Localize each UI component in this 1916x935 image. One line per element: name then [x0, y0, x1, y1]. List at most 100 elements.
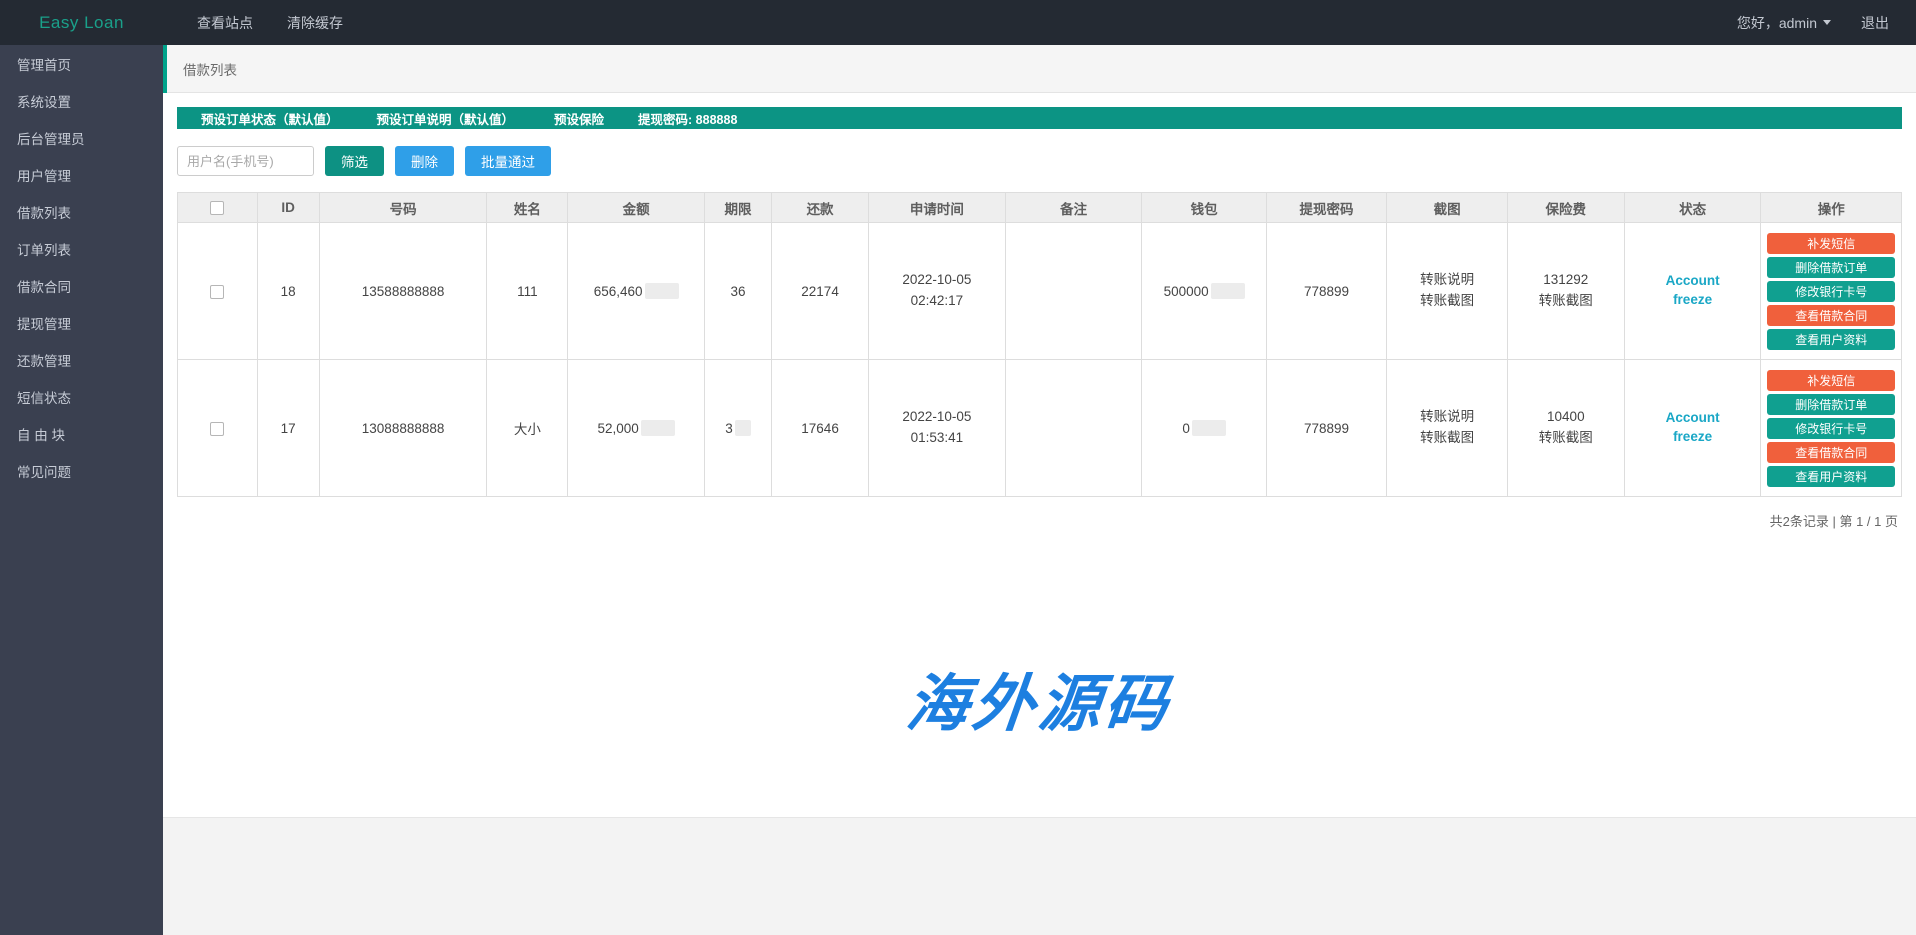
status-line-1: Account [1629, 409, 1757, 428]
breadcrumb-bar: 借款列表 [163, 45, 1916, 93]
col-term: 期限 [704, 193, 771, 223]
transfer-note-link[interactable]: 转账说明 [1391, 270, 1503, 291]
cell-remark [1005, 223, 1142, 360]
cell-withdraw-password: 778899 [1266, 360, 1387, 497]
sidebar-item-repayment-management[interactable]: 还款管理 [0, 341, 163, 378]
col-remark: 备注 [1005, 193, 1142, 223]
view-user-profile-button[interactable]: 查看用户资料 [1767, 466, 1895, 487]
sidebar-item-system-settings[interactable]: 系统设置 [0, 82, 163, 119]
cell-term: 3 [704, 360, 771, 497]
cell-phone: 13088888888 [319, 360, 487, 497]
col-phone: 号码 [319, 193, 487, 223]
insurance-screenshot-link[interactable]: 转账截图 [1512, 291, 1620, 312]
loan-table: ID 号码 姓名 金额 期限 还款 申请时间 备注 钱包 提现密码 截图 保险费… [177, 192, 1902, 497]
status-badge[interactable]: Account freeze [1629, 272, 1757, 310]
user-menu[interactable]: 您好，admin [1737, 13, 1831, 33]
chevron-down-icon [1823, 20, 1831, 25]
cell-withdraw-password: 778899 [1266, 223, 1387, 360]
cell-apply-time: 2022-10-05 01:53:41 [869, 360, 1006, 497]
table-toolbar: 筛选 删除 批量通过 [177, 129, 1902, 192]
resend-sms-button[interactable]: 补发短信 [1767, 370, 1895, 391]
wallet-edit-box[interactable] [1211, 283, 1245, 299]
operation-buttons: 补发短信 删除借款订单 修改银行卡号 查看借款合同 查看用户资料 [1767, 370, 1895, 487]
content-area: 借款列表 预设订单状态（默认值） 预设订单说明（默认值） 预设保险 提现密码: … [163, 45, 1916, 935]
sidebar: 管理首页 系统设置 后台管理员 用户管理 借款列表 订单列表 借款合同 提现管理… [0, 45, 163, 935]
delete-loan-order-button[interactable]: 删除借款订单 [1767, 257, 1895, 278]
resend-sms-button[interactable]: 补发短信 [1767, 233, 1895, 254]
sidebar-item-admins[interactable]: 后台管理员 [0, 119, 163, 156]
transfer-screenshot-link[interactable]: 转账截图 [1391, 428, 1503, 449]
filter-button[interactable]: 筛选 [325, 146, 384, 176]
sidebar-item-user-management[interactable]: 用户管理 [0, 156, 163, 193]
status-line-2: freeze [1629, 291, 1757, 310]
cell-wallet: 500000 [1142, 223, 1266, 360]
cell-id: 18 [257, 223, 319, 360]
status-line-2: freeze [1629, 428, 1757, 447]
table-header-row: ID 号码 姓名 金额 期限 还款 申请时间 备注 钱包 提现密码 截图 保险费… [178, 193, 1902, 223]
cell-phone: 13588888888 [319, 223, 487, 360]
cell-wallet-value: 0 [1182, 421, 1190, 436]
row-checkbox[interactable] [210, 422, 224, 436]
sidebar-item-loan-list[interactable]: 借款列表 [0, 193, 163, 230]
topnav-clear-cache[interactable]: 清除缓存 [287, 13, 343, 33]
transfer-note-link[interactable]: 转账说明 [1391, 407, 1503, 428]
cell-amount: 52,000 [568, 360, 705, 497]
brand-logo[interactable]: Easy Loan [0, 0, 163, 45]
topnav-view-site[interactable]: 查看站点 [197, 13, 253, 33]
sidebar-item-loan-contract[interactable]: 借款合同 [0, 267, 163, 304]
top-nav: 查看站点 清除缓存 [197, 13, 343, 33]
insurance-amount: 131292 [1512, 270, 1620, 291]
cell-term: 36 [704, 223, 771, 360]
breadcrumb: 借款列表 [163, 59, 237, 79]
amount-edit-box[interactable] [641, 420, 675, 436]
cell-term-value: 3 [725, 421, 733, 436]
table-row: 18 13588888888 111 656,460 36 22174 [178, 223, 1902, 360]
row-checkbox[interactable] [210, 285, 224, 299]
banner-preset-order-desc[interactable]: 预设订单说明（默认值） [377, 109, 515, 128]
banner-preset-insurance[interactable]: 预设保险 [554, 109, 604, 128]
banner-preset-order-status[interactable]: 预设订单状态（默认值） [201, 109, 339, 128]
delete-loan-order-button[interactable]: 删除借款订单 [1767, 394, 1895, 415]
edit-bank-card-button[interactable]: 修改银行卡号 [1767, 418, 1895, 439]
status-badge[interactable]: Account freeze [1629, 409, 1757, 447]
insurance-screenshot-link[interactable]: 转账截图 [1512, 428, 1620, 449]
user-menu-label: 您好，admin [1737, 13, 1817, 33]
cell-repay: 22174 [772, 223, 869, 360]
wallet-edit-box[interactable] [1192, 420, 1226, 436]
select-all-checkbox[interactable] [210, 201, 224, 215]
cell-id: 17 [257, 360, 319, 497]
cell-apply-time: 2022-10-05 02:42:17 [869, 223, 1006, 360]
delete-button[interactable]: 删除 [395, 146, 454, 176]
cell-insurance-fee: 10400 转账截图 [1507, 360, 1624, 497]
banner-withdraw-password[interactable]: 提现密码: 888888 [638, 109, 737, 128]
insurance-amount: 10400 [1512, 407, 1620, 428]
batch-approve-button[interactable]: 批量通过 [465, 146, 551, 176]
sidebar-item-withdraw-management[interactable]: 提现管理 [0, 304, 163, 341]
apply-time-date: 2022-10-05 [873, 407, 1001, 428]
watermark: 海外源码 [158, 653, 1916, 743]
sidebar-item-sms-status[interactable]: 短信状态 [0, 378, 163, 415]
row-select-cell [178, 223, 258, 360]
view-user-profile-button[interactable]: 查看用户资料 [1767, 329, 1895, 350]
logout-button[interactable]: 退出 [1861, 13, 1889, 33]
view-loan-contract-button[interactable]: 查看借款合同 [1767, 305, 1895, 326]
col-apply-time: 申请时间 [869, 193, 1006, 223]
table-row: 17 13088888888 大小 52,000 3 [178, 360, 1902, 497]
transfer-screenshot-link[interactable]: 转账截图 [1391, 291, 1503, 312]
col-repay: 还款 [772, 193, 869, 223]
sidebar-item-dashboard[interactable]: 管理首页 [0, 45, 163, 82]
admin-page: Easy Loan 查看站点 清除缓存 您好，admin 退出 管理首页 系统设… [0, 0, 1916, 935]
pagination-info: 共2条记录 | 第 1 / 1 页 [177, 497, 1902, 530]
bottom-bar [163, 817, 1916, 935]
term-edit-box[interactable] [735, 420, 751, 436]
operation-buttons: 补发短信 删除借款订单 修改银行卡号 查看借款合同 查看用户资料 [1767, 233, 1895, 350]
edit-bank-card-button[interactable]: 修改银行卡号 [1767, 281, 1895, 302]
sidebar-item-free-block[interactable]: 自 由 块 [0, 415, 163, 452]
search-input[interactable] [177, 146, 314, 176]
sidebar-item-faq[interactable]: 常见问题 [0, 452, 163, 489]
sidebar-item-order-list[interactable]: 订单列表 [0, 230, 163, 267]
top-right-area: 您好，admin 退出 [1737, 13, 1916, 33]
amount-edit-box[interactable] [645, 283, 679, 299]
col-operations: 操作 [1761, 193, 1902, 223]
view-loan-contract-button[interactable]: 查看借款合同 [1767, 442, 1895, 463]
